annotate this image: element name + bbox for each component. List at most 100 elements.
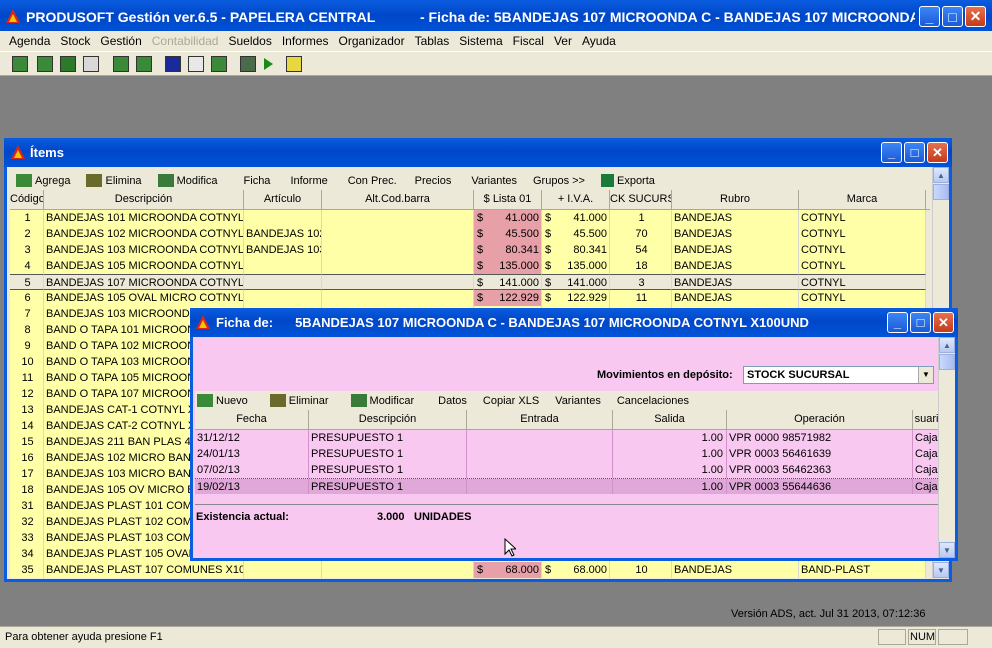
- col-fecha[interactable]: Fecha: [195, 410, 309, 429]
- modificar-button[interactable]: Modificar: [345, 394, 421, 407]
- table-row[interactable]: 6 BANDEJAS 105 OVAL MICRO COTNYL X $122.92…: [10, 290, 930, 306]
- nuevo-button[interactable]: Nuevo: [195, 394, 254, 407]
- ficha-minimize-button[interactable]: _: [887, 312, 908, 333]
- toolbar-icon-8[interactable]: [188, 56, 204, 72]
- ficha-maximize-button[interactable]: □: [910, 312, 931, 333]
- menu-gestion[interactable]: Gestión: [95, 34, 146, 48]
- col-usuario[interactable]: suari: [913, 410, 940, 429]
- col-alt-cod[interactable]: Alt.Cod.barra: [322, 190, 474, 209]
- ficha-scroll-down[interactable]: ▼: [939, 542, 955, 558]
- main-title: PRODUSOFT Gestión ver.6.5 - PAPELERA CEN…: [26, 9, 376, 25]
- menu-sistema[interactable]: Sistema: [454, 34, 507, 48]
- ficha-scroll-up[interactable]: ▲: [939, 337, 955, 353]
- menu-informes[interactable]: Informes: [277, 34, 334, 48]
- ficha-scroll-thumb[interactable]: [939, 354, 955, 370]
- items-maximize-button[interactable]: □: [904, 142, 925, 163]
- variantes-ficha-button[interactable]: Variantes: [549, 395, 607, 407]
- table-row[interactable]: 5 BANDEJAS 107 MICROONDA COTNYL X $141.000…: [10, 274, 930, 290]
- toolbar-icon-4[interactable]: [83, 56, 99, 72]
- cell-alt-cod: [322, 226, 474, 242]
- nuevo-icon: [197, 394, 213, 407]
- ficha-grid-body: 31/12/12 PRESUPUESTO 1 1.00 VPR 0000 985719…: [195, 430, 940, 494]
- con-prec-button[interactable]: Con Prec.: [342, 175, 403, 187]
- modifica-button[interactable]: Modifica: [152, 174, 224, 187]
- menu-stock[interactable]: Stock: [55, 34, 95, 48]
- menu-fiscal[interactable]: Fiscal: [508, 34, 549, 48]
- col-lista01[interactable]: $ Lista 01: [474, 190, 542, 209]
- col-operacion[interactable]: Operación: [727, 410, 913, 429]
- eliminar-icon: [269, 394, 286, 407]
- cell-codigo: 9: [10, 338, 44, 354]
- menu-agenda[interactable]: Agenda: [4, 34, 55, 48]
- col-codigo[interactable]: Código: [10, 190, 44, 209]
- menu-ver[interactable]: Ver: [549, 34, 577, 48]
- cell-lista01: $122.929: [474, 290, 542, 306]
- items-close-button[interactable]: ✕: [927, 142, 948, 163]
- maximize-button[interactable]: □: [942, 6, 963, 27]
- cell-usuario: Caja: [913, 430, 940, 446]
- precios-button[interactable]: Precios: [409, 175, 458, 187]
- cell-codigo: 1: [10, 210, 44, 226]
- col-descripcion[interactable]: Descripción: [44, 190, 244, 209]
- col-rubro[interactable]: Rubro: [672, 190, 799, 209]
- cell-codigo: 2: [10, 226, 44, 242]
- ficha-scrollbar[interactable]: ▲ ▼: [938, 337, 955, 558]
- price-value: 41.000: [573, 212, 607, 224]
- cell-codigo: 6: [10, 290, 44, 306]
- eliminar-button[interactable]: Eliminar: [264, 394, 335, 407]
- cell-fecha: 31/12/12: [195, 430, 309, 446]
- play-icon[interactable]: [264, 58, 273, 70]
- col-entrada[interactable]: Entrada: [467, 410, 613, 429]
- cell-descripcion: BANDEJAS 105 MICROONDA COTNYL X: [44, 258, 244, 274]
- deposit-select[interactable]: STOCK SUCURSAL ▼: [743, 366, 934, 384]
- table-row[interactable]: 3 BANDEJAS 103 MICROONDA COTNYL X BANDEJAS…: [10, 242, 930, 258]
- items-scroll-down[interactable]: ▼: [933, 562, 949, 578]
- grupos-button[interactable]: Grupos >>: [527, 175, 591, 187]
- toolbar-icon-12[interactable]: [286, 56, 302, 72]
- table-row[interactable]: 2 BANDEJAS 102 MICROONDA COTNYL X BANDEJAS…: [10, 226, 930, 242]
- menu-ayuda[interactable]: Ayuda: [577, 34, 621, 48]
- col-salida[interactable]: Salida: [613, 410, 727, 429]
- col-marca[interactable]: Marca: [799, 190, 926, 209]
- toolbar-icon-1[interactable]: [12, 56, 28, 72]
- movement-row[interactable]: 07/02/13 PRESUPUESTO 1 1.00 VPR 0003 564623…: [195, 462, 940, 478]
- toolbar-icon-3[interactable]: [60, 56, 76, 72]
- table-row[interactable]: 4 BANDEJAS 105 MICROONDA COTNYL X $135.000…: [10, 258, 930, 274]
- col-descripcion-mov[interactable]: Descripción: [309, 410, 467, 429]
- chevron-down-icon[interactable]: ▼: [918, 367, 933, 383]
- toolbar-icon-7[interactable]: [165, 56, 181, 72]
- menu-sueldos[interactable]: Sueldos: [223, 34, 276, 48]
- toolbar-icon-9[interactable]: [211, 56, 227, 72]
- toolbar-icon-2[interactable]: [37, 56, 53, 72]
- menu-tablas[interactable]: Tablas: [410, 34, 455, 48]
- items-minimize-button[interactable]: _: [881, 142, 902, 163]
- ficha-close-button[interactable]: ✕: [933, 312, 954, 333]
- items-scroll-thumb[interactable]: [933, 184, 949, 200]
- main-toolbar: [0, 51, 992, 76]
- movement-row[interactable]: 31/12/12 PRESUPUESTO 1 1.00 VPR 0000 985719…: [195, 430, 940, 446]
- agrega-button[interactable]: Agrega: [10, 174, 76, 187]
- exporta-button[interactable]: Exporta: [595, 174, 661, 187]
- ficha-button[interactable]: Ficha: [238, 175, 277, 187]
- col-stock[interactable]: CK SUCURSA: [610, 190, 672, 209]
- minimize-button[interactable]: _: [919, 6, 940, 27]
- close-button[interactable]: ✕: [965, 6, 986, 27]
- elimina-button[interactable]: Elimina: [80, 174, 147, 187]
- informe-button[interactable]: Informe: [284, 175, 333, 187]
- table-row[interactable]: 1 BANDEJAS 101 MICROONDA COTNYL X $41.000 $…: [10, 210, 930, 226]
- col-iva[interactable]: + I.V.A.: [542, 190, 610, 209]
- toolbar-icon-10[interactable]: [240, 56, 256, 72]
- toolbar-icon-6[interactable]: [136, 56, 152, 72]
- toolbar-icon-5[interactable]: [113, 56, 129, 72]
- col-articulo[interactable]: Artículo: [244, 190, 322, 209]
- variantes-button[interactable]: Variantes: [465, 175, 523, 187]
- copiar-xls-button[interactable]: Copiar XLS: [477, 395, 545, 407]
- items-scroll-up[interactable]: ▲: [933, 167, 949, 183]
- movement-row[interactable]: 24/01/13 PRESUPUESTO 1 1.00 VPR 0003 564616…: [195, 446, 940, 462]
- datos-button[interactable]: Datos: [432, 395, 473, 407]
- menu-organizador[interactable]: Organizador: [334, 34, 410, 48]
- cell-rubro: BANDEJAS: [672, 258, 799, 274]
- table-row[interactable]: 35 BANDEJAS PLAST 107 COMUNES X100L $68.00…: [10, 562, 930, 578]
- movement-row[interactable]: 19/02/13 PRESUPUESTO 1 1.00 VPR 0003 556446…: [195, 478, 940, 494]
- cancelaciones-button[interactable]: Cancelaciones: [611, 395, 695, 407]
